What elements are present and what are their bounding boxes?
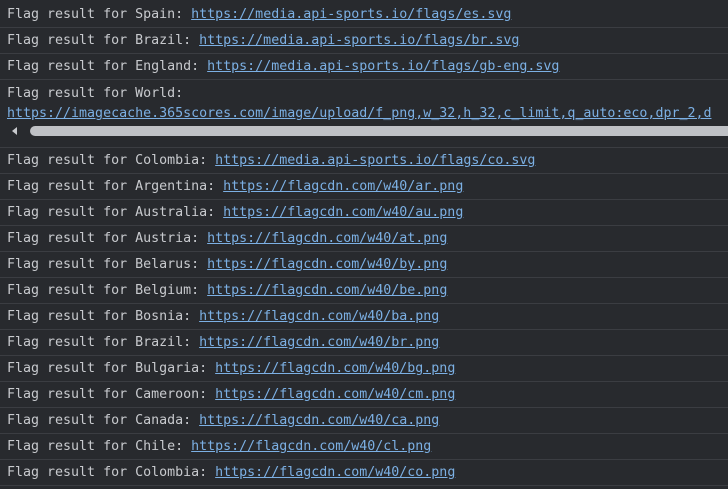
message-text: Flag result for Chile:	[7, 439, 184, 454]
flag-url-link[interactable]: https://media.api-sports.io/flags/br.svg	[199, 33, 519, 48]
console-message: Flag result for Bosnia: https://flagcdn.…	[0, 304, 728, 330]
console-message: Flag result for Argentina: https://flagc…	[0, 174, 728, 200]
console-message-overflow: Flag result for World: https://imagecach…	[0, 80, 728, 148]
message-text: Flag result for Colombia:	[7, 465, 208, 480]
flag-url-link[interactable]: https://flagcdn.com/w40/co.png	[215, 465, 455, 480]
message-text: Flag result for Bosnia:	[7, 309, 192, 324]
message-text: Flag result for Argentina:	[7, 179, 216, 194]
message-text: Flag result for England:	[7, 59, 200, 74]
message-text: Flag result for Austria:	[7, 231, 200, 246]
flag-url-link[interactable]: https://media.api-sports.io/flags/co.svg	[215, 153, 535, 168]
message-text: Flag result for Australia:	[7, 205, 216, 220]
console-message: Flag result for Canada: https://flagcdn.…	[0, 408, 728, 434]
flag-url-link[interactable]: https://flagcdn.com/w40/ba.png	[199, 309, 439, 324]
flag-url-link[interactable]: https://flagcdn.com/w40/br.png	[199, 335, 439, 350]
flag-url-link[interactable]: https://media.api-sports.io/flags/gb-eng…	[207, 59, 559, 74]
flag-url-link[interactable]: https://flagcdn.com/w40/ca.png	[199, 413, 439, 428]
message-text: Flag result for Belgium:	[7, 283, 200, 298]
console-message: Flag result for Cameroon: https://flagcd…	[0, 382, 728, 408]
flag-url-link[interactable]: https://flagcdn.com/w40/bg.png	[215, 361, 455, 376]
console-message: Flag result for Australia: https://flagc…	[0, 200, 728, 226]
message-text: Flag result for Belarus:	[7, 257, 200, 272]
message-text: Flag result for Bulgaria:	[7, 361, 208, 376]
message-text: Flag result for Brazil:	[7, 335, 192, 350]
flag-url-link[interactable]: https://flagcdn.com/w40/at.png	[207, 231, 447, 246]
console-message: Flag result for Bulgaria: https://flagcd…	[0, 356, 728, 382]
scrollbar-thumb[interactable]	[30, 126, 728, 136]
console-message: Flag result for Austria: https://flagcdn…	[0, 226, 728, 252]
flag-url-link[interactable]: https://flagcdn.com/w40/au.png	[223, 205, 463, 220]
console-message: Flag result for Belgium: https://flagcdn…	[0, 278, 728, 304]
console-message: Flag result for Spain: https://media.api…	[0, 0, 728, 28]
console-message: Flag result for Colombia: https://flagcd…	[0, 460, 728, 486]
flag-url-link[interactable]: https://flagcdn.com/w40/ar.png	[223, 179, 463, 194]
console-message: Flag result for Colombia: https://media.…	[0, 148, 728, 174]
flag-url-link[interactable]: https://flagcdn.com/w40/by.png	[207, 257, 447, 272]
flag-url-link[interactable]: https://imagecache.365scores.com/image/u…	[7, 106, 711, 121]
console-message: Flag result for Chile: https://flagcdn.c…	[0, 434, 728, 460]
console-message: Flag result for Brazil: https://media.ap…	[0, 28, 728, 54]
message-text: Flag result for Colombia:	[7, 153, 208, 168]
flag-url-link[interactable]: https://flagcdn.com/w40/be.png	[207, 283, 447, 298]
scroll-left-arrow-icon[interactable]	[12, 127, 17, 135]
console-message: Flag result for England: https://media.a…	[0, 54, 728, 80]
flag-url-link[interactable]: https://flagcdn.com/w40/cl.png	[191, 439, 431, 454]
message-text: Flag result for Cameroon:	[7, 387, 208, 402]
horizontal-scrollbar[interactable]	[0, 124, 728, 138]
message-line: https://imagecache.365scores.com/image/u…	[7, 104, 728, 124]
console-message: Flag result for Belarus: https://flagcdn…	[0, 252, 728, 278]
message-text: Flag result for Brazil:	[7, 33, 192, 48]
message-text: Flag result for Canada:	[7, 413, 192, 428]
message-line: Flag result for World:	[7, 84, 728, 104]
message-text: Flag result for World:	[7, 86, 184, 101]
flag-url-link[interactable]: https://flagcdn.com/w40/cm.png	[215, 387, 455, 402]
message-text: Flag result for Spain:	[7, 7, 184, 22]
flag-url-link[interactable]: https://media.api-sports.io/flags/es.svg	[191, 7, 511, 22]
console-log-panel: Flag result for Spain: https://media.api…	[0, 0, 728, 489]
console-message: Flag result for Brazil: https://flagcdn.…	[0, 330, 728, 356]
